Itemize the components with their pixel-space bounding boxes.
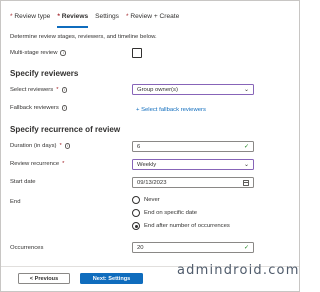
- previous-button[interactable]: < Previous: [18, 273, 70, 284]
- info-icon[interactable]: i: [61, 87, 68, 93]
- watermark: admindroid.com: [177, 263, 300, 278]
- chevron-down-icon: ⌄: [243, 161, 249, 168]
- end-option-specific-date[interactable]: End on specific date: [132, 209, 197, 217]
- multi-stage-checkbox[interactable]: [132, 48, 142, 58]
- tab-reviews[interactable]: * Reviews: [57, 11, 88, 28]
- calendar-icon[interactable]: [243, 180, 249, 186]
- fallback-reviewers-label: Fallback reviewers i: [10, 105, 68, 111]
- check-icon: ✓: [243, 143, 249, 150]
- end-option-never[interactable]: Never: [132, 196, 160, 204]
- wizard-tabs: * Review type * Reviews Settings * Revie…: [10, 11, 179, 28]
- review-recurrence-dropdown[interactable]: Weekly ⌄: [132, 159, 254, 170]
- tab-settings[interactable]: Settings: [95, 11, 119, 25]
- check-icon: ✓: [243, 244, 249, 251]
- tab-review-create[interactable]: * Review + Create: [126, 11, 179, 25]
- radio-button[interactable]: [132, 209, 140, 217]
- chevron-down-icon: ⌄: [243, 86, 249, 93]
- occurrences-input[interactable]: 20 ✓: [132, 242, 254, 253]
- info-icon[interactable]: i: [64, 143, 71, 149]
- select-fallback-reviewers-link[interactable]: + Select fallback reviewers: [136, 107, 206, 113]
- duration-input[interactable]: 6 ✓: [132, 141, 254, 152]
- page-description: Determine review stages, reviewers, and …: [10, 34, 157, 40]
- start-date-input[interactable]: 09/13/2023: [132, 177, 254, 188]
- occurrences-label: Occurrences: [10, 245, 44, 251]
- review-recurrence-label: Review recurrence *: [10, 161, 65, 167]
- end-label: End: [10, 199, 21, 205]
- radio-button[interactable]: [132, 196, 140, 204]
- section-title-recurrence: Specify recurrence of review: [10, 125, 121, 134]
- duration-label: Duration (in days) * i: [10, 143, 71, 149]
- select-reviewers-dropdown[interactable]: Group owner(s) ⌄: [132, 84, 254, 95]
- end-option-after-occurrences[interactable]: End after number of occurrences: [132, 222, 230, 230]
- section-title-reviewers: Specify reviewers: [10, 69, 79, 78]
- start-date-label: Start date: [10, 179, 36, 185]
- select-reviewers-label: Select reviewers * i: [10, 87, 68, 93]
- info-icon[interactable]: i: [60, 50, 66, 56]
- multi-stage-label: Multi-stage review i: [10, 50, 66, 56]
- tab-review-type[interactable]: * Review type: [10, 11, 50, 25]
- next-settings-button[interactable]: Next: Settings: [80, 273, 143, 284]
- wizard-panel: * Review type * Reviews Settings * Revie…: [0, 0, 300, 292]
- radio-button-selected[interactable]: [132, 222, 140, 230]
- info-icon[interactable]: i: [61, 105, 68, 111]
